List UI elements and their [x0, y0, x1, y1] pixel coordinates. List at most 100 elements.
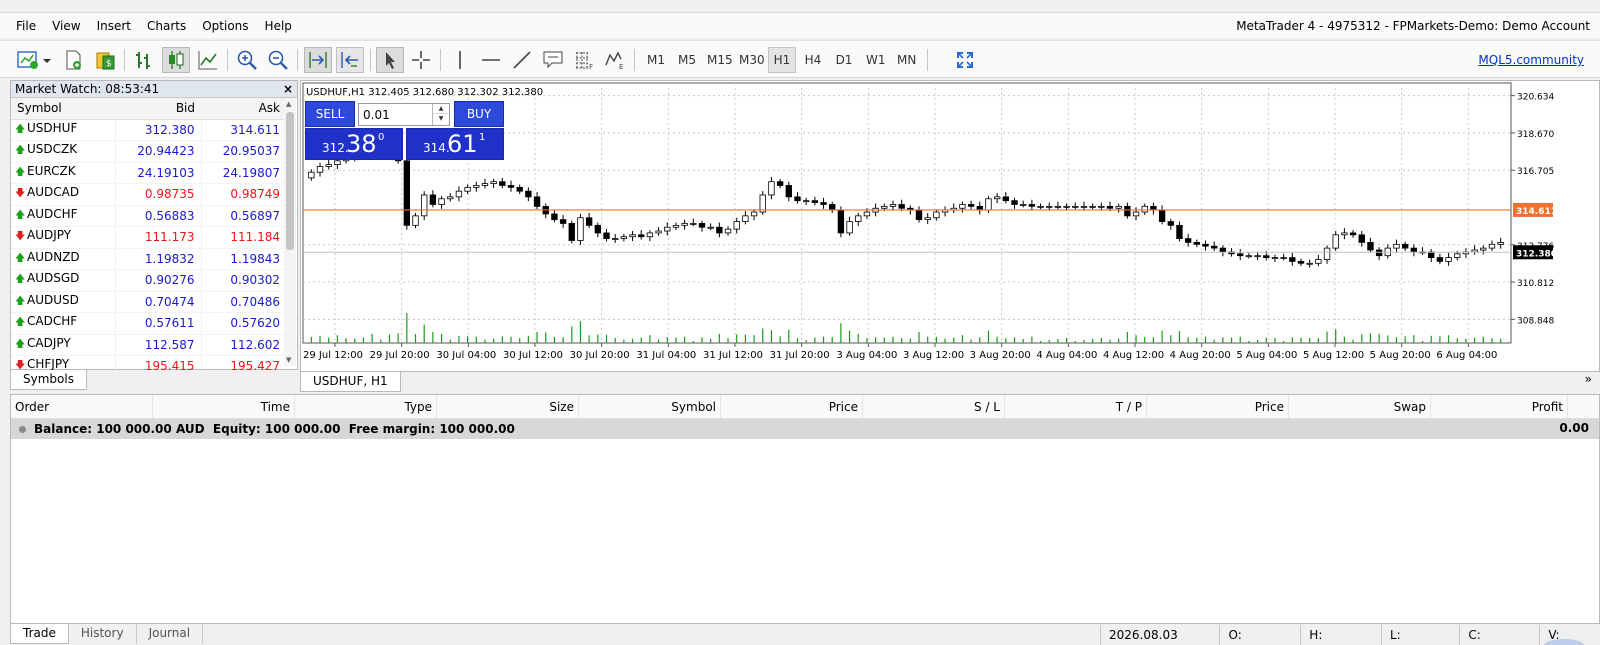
scrollbar-thumb[interactable] [286, 112, 294, 250]
chart-shift-button[interactable] [336, 47, 364, 73]
timeframe-h1[interactable]: H1 [768, 47, 796, 73]
candle-body [1106, 205, 1114, 209]
trendline-button[interactable] [509, 47, 535, 73]
stepper-up-icon[interactable]: ▲ [433, 104, 449, 114]
vertical-line-button[interactable] [447, 47, 473, 73]
market-watch-scrollbar[interactable]: ▲ ▼ [284, 98, 296, 366]
table-row[interactable]: 🡅 AUDCHF 0.56883 0.56897 [11, 205, 286, 227]
chart-shift-icon [341, 52, 358, 68]
table-row[interactable]: 🡅 AUDUSD 0.70474 0.70486 [11, 291, 286, 313]
tab-history[interactable]: History [69, 624, 137, 644]
candle-body [881, 205, 888, 209]
column-symbol[interactable]: Symbol [11, 98, 115, 120]
tab-symbols[interactable]: Symbols [10, 370, 87, 390]
candle-body [455, 190, 463, 198]
column-header[interactable]: Price [721, 395, 863, 419]
table-row[interactable]: 🡅 USDCZK 20.94423 20.95037 [11, 140, 286, 163]
menu-options[interactable]: Options [194, 19, 256, 33]
market-watch-button[interactable]: $ [92, 47, 118, 73]
bid-cell: 0.57611 [114, 312, 201, 335]
candle-body [1471, 249, 1478, 253]
table-row[interactable]: 🡅 CADCHF 0.57611 0.57620 [11, 312, 286, 335]
elliott-button[interactable]: E [602, 47, 628, 73]
candle-body [1315, 259, 1322, 264]
menu-help[interactable]: Help [257, 19, 300, 33]
timeframe-mn[interactable]: MN [893, 47, 920, 73]
cursor-button[interactable] [376, 47, 404, 73]
sell-button[interactable]: SELL [305, 101, 355, 127]
table-row[interactable]: 🡅 CADJPY 112.587 112.602 [11, 334, 286, 356]
candle-body [646, 232, 654, 238]
menu-charts[interactable]: Charts [139, 19, 194, 33]
column-header[interactable]: Type [295, 395, 437, 419]
timeframe-m1[interactable]: M1 [643, 47, 669, 73]
candle-body [1393, 243, 1400, 249]
table-row[interactable]: 🡇 AUDJPY 111.173 111.184 [11, 226, 286, 249]
one-click-trading-panel: SELL ▲ ▼ BUY 312. 38 0 314. 61 1 [305, 101, 505, 161]
column-header[interactable]: S / L [863, 395, 1005, 419]
timeframe-m15[interactable]: M15 [703, 47, 737, 73]
fullscreen-button[interactable] [952, 47, 978, 73]
auto-scroll-button[interactable] [304, 47, 332, 73]
new-chart-button[interactable] [14, 47, 52, 73]
column-header[interactable]: Profit [1431, 395, 1568, 419]
candle-body [959, 204, 966, 209]
close-icon[interactable]: × [283, 81, 293, 97]
symbol-name: AUDSGD [27, 271, 80, 286]
column-bid[interactable]: Bid [115, 98, 201, 120]
menu-file[interactable]: File [0, 19, 44, 33]
table-row[interactable]: 🡅 AUDNZD 1.19832 1.19843 [11, 248, 286, 270]
zoom-in-button[interactable] [234, 47, 260, 73]
timeframe-m30[interactable]: M30 [735, 47, 769, 73]
chevron-right-icon[interactable]: » [1585, 372, 1592, 386]
column-header[interactable]: T / P [1005, 395, 1147, 419]
line-chart-icon [198, 51, 217, 70]
balance-row[interactable]: Balance: 100 000.00 AUD Equity: 100 000.… [11, 419, 1599, 439]
tab-journal[interactable]: Journal [137, 624, 204, 644]
candle-body [481, 183, 489, 186]
column-header[interactable]: Order [11, 395, 153, 419]
timeframe-h4[interactable]: H4 [800, 47, 826, 73]
column-header[interactable]: Size [437, 395, 579, 419]
candle-body [829, 204, 836, 211]
column-header[interactable]: Swap [1289, 395, 1431, 419]
timeframe-w1[interactable]: W1 [862, 47, 890, 73]
bar-chart-button[interactable] [131, 47, 157, 73]
sell-price-button[interactable]: 312. 38 0 [305, 128, 403, 160]
horizontal-line-button[interactable] [478, 47, 504, 73]
scroll-down-icon[interactable]: ▼ [286, 356, 291, 364]
column-header[interactable]: Price [1147, 395, 1289, 419]
menu-view[interactable]: View [44, 19, 88, 33]
candle-body [629, 234, 636, 238]
bid-cell: 24.19103 [114, 162, 201, 184]
lot-stepper[interactable]: ▲ ▼ [432, 104, 449, 125]
table-row[interactable]: 🡅 EURCZK 24.19103 24.19807 [11, 162, 286, 184]
buy-button[interactable]: BUY [454, 101, 504, 127]
mql5-community-link[interactable]: MQL5.community [1478, 53, 1584, 67]
stepper-down-icon[interactable]: ▼ [433, 114, 449, 124]
x-tick-label: 31 Jul 20:00 [770, 350, 830, 361]
table-row[interactable]: 🡇 AUDCAD 0.98735 0.98749 [11, 183, 286, 206]
zoom-out-button[interactable] [265, 47, 291, 73]
table-row[interactable]: 🡇 CHFJPY 195.415 195.427 [11, 355, 286, 370]
scroll-up-icon[interactable]: ▲ [286, 100, 291, 108]
tab-usdhuf-h1[interactable]: USDHUF, H1 [300, 372, 401, 392]
fibonacci-button[interactable]: F [571, 47, 597, 73]
candle-body [516, 186, 523, 192]
tab-trade[interactable]: Trade [10, 624, 69, 644]
column-ask[interactable]: Ask [201, 98, 286, 120]
column-header[interactable]: Symbol [579, 395, 721, 419]
buy-price-button[interactable]: 314. 61 1 [406, 128, 504, 160]
text-button[interactable] [540, 47, 566, 73]
symbol-name: AUDCAD [27, 185, 80, 200]
profiles-button[interactable] [60, 47, 86, 73]
line-chart-button[interactable] [195, 47, 221, 73]
timeframe-m5[interactable]: M5 [674, 47, 700, 73]
table-row[interactable]: 🡅 USDHUF 312.380 314.611 [11, 119, 286, 141]
column-header[interactable]: Time [153, 395, 295, 419]
table-row[interactable]: 🡅 AUDSGD 0.90276 0.90302 [11, 269, 286, 292]
crosshair-button[interactable] [408, 47, 434, 73]
candlestick-button[interactable] [162, 47, 190, 73]
timeframe-d1[interactable]: D1 [831, 47, 857, 73]
menu-insert[interactable]: Insert [89, 19, 139, 33]
